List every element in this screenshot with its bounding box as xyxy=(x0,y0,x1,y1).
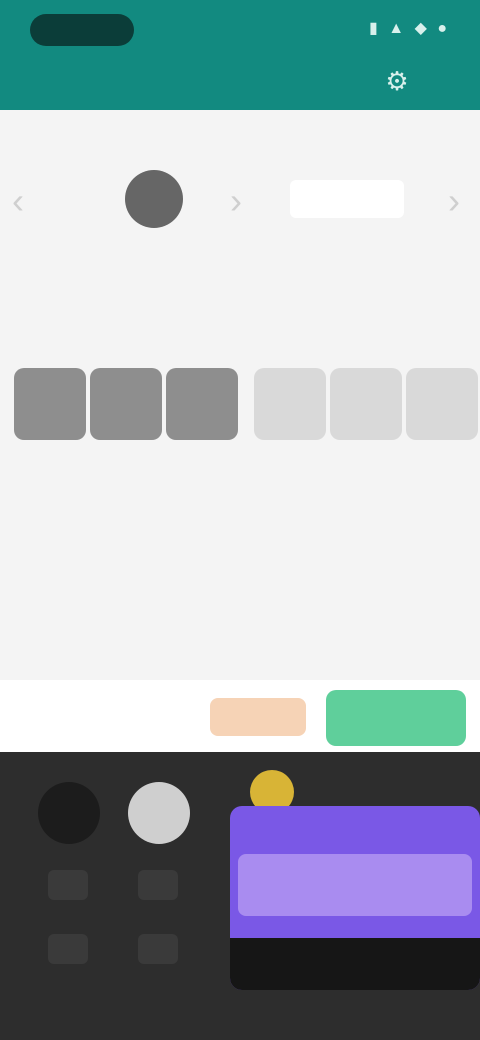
chevron-right-icon[interactable]: › xyxy=(230,180,242,222)
chevron-left-icon[interactable]: ‹ xyxy=(12,180,24,222)
secondary-button[interactable] xyxy=(210,698,306,736)
record-button[interactable] xyxy=(38,782,100,844)
chevron-right-icon[interactable]: › xyxy=(448,180,460,222)
panel-key[interactable] xyxy=(138,870,178,900)
panel-key[interactable] xyxy=(48,870,88,900)
promo-card[interactable] xyxy=(230,806,480,990)
code-box[interactable] xyxy=(14,368,86,440)
promo-text xyxy=(238,854,472,916)
action-bar xyxy=(0,680,480,752)
top-app-bar: ▮ ▲ ◆ ● ⚙ xyxy=(0,0,480,110)
bottom-panel xyxy=(0,752,480,1040)
panel-key[interactable] xyxy=(138,934,178,964)
code-box[interactable] xyxy=(90,368,162,440)
code-boxes xyxy=(14,368,478,448)
avatar xyxy=(125,170,183,228)
code-box[interactable] xyxy=(166,368,238,440)
status-indicator xyxy=(30,14,134,46)
code-field[interactable] xyxy=(290,180,404,218)
primary-button[interactable] xyxy=(326,690,466,746)
code-entry-row: ‹ › › xyxy=(0,150,480,260)
gear-icon[interactable]: ⚙ xyxy=(382,66,412,96)
panel-key[interactable] xyxy=(48,934,88,964)
code-box[interactable] xyxy=(406,368,478,440)
shutter-button[interactable] xyxy=(128,782,190,844)
code-box[interactable] xyxy=(330,368,402,440)
status-icons: ▮ ▲ ◆ ● xyxy=(369,20,450,37)
code-box[interactable] xyxy=(254,368,326,440)
promo-footer xyxy=(230,938,480,990)
